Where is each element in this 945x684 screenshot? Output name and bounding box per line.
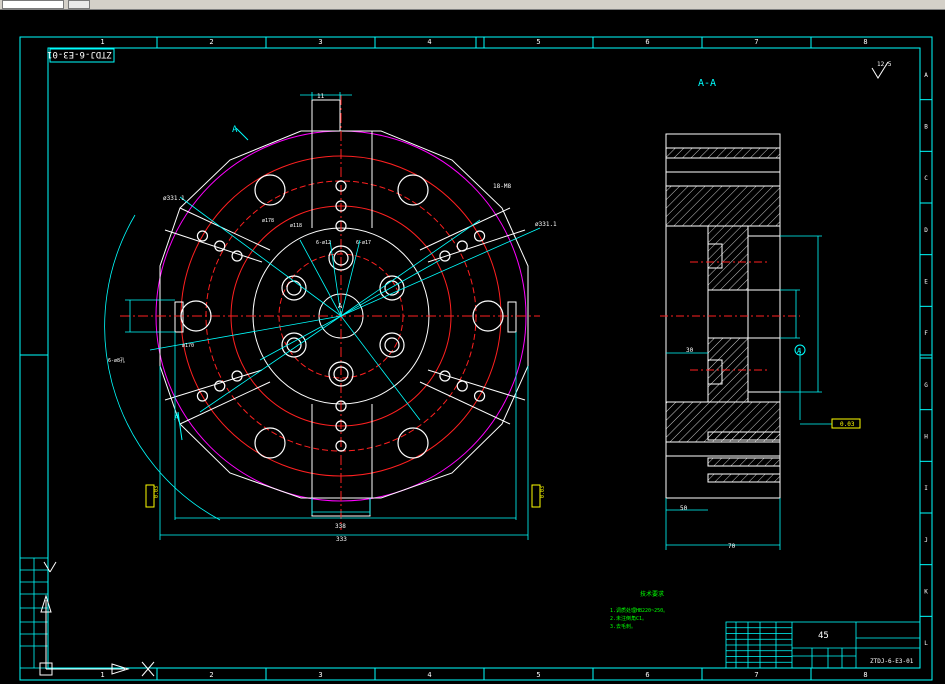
grid-row-label: J <box>924 537 928 544</box>
grid-row-label: D <box>924 227 928 234</box>
svg-text:6-ø8孔: 6-ø8孔 <box>108 357 125 364</box>
svg-text:0.03: 0.03 <box>540 486 546 498</box>
grid-col-label: 2 <box>209 671 213 679</box>
grid-col-label: 8 <box>863 671 867 679</box>
grid-row-label: E <box>924 279 928 286</box>
svg-text:ø170: ø170 <box>182 343 194 349</box>
svg-text:A: A <box>232 125 238 135</box>
revision-table <box>19 557 49 669</box>
grid-col-label: 3 <box>318 38 322 46</box>
section-label: A-A <box>698 78 716 89</box>
technical-notes: 技术要求 1.调质处理HB220~250。 2.未注倒角C1。 3.去毛刺。 <box>610 590 668 630</box>
grid-row-label: I <box>924 485 928 492</box>
grid-column-labels: 1122334455667788 <box>100 37 868 680</box>
grid-col-label: 5 <box>536 671 540 679</box>
svg-text:12.5: 12.5 <box>877 61 892 68</box>
svg-text:338: 338 <box>335 523 346 530</box>
grid-col-label: 8 <box>863 38 867 46</box>
svg-text:1.调质处理HB220~250。: 1.调质处理HB220~250。 <box>610 607 668 614</box>
grid-col-label: 7 <box>754 38 758 46</box>
svg-text:3.去毛刺。: 3.去毛刺。 <box>610 623 636 630</box>
material-label: 45 <box>818 631 829 641</box>
svg-text:A: A <box>338 302 343 310</box>
drawing-number-flipped: ZTDJ-6-E3-01 <box>47 49 112 59</box>
svg-text:0.03: 0.03 <box>840 421 855 428</box>
ucs-icon <box>39 561 155 677</box>
small-hole <box>231 250 243 262</box>
svg-text:30: 30 <box>686 347 694 354</box>
front-view: A A 11 ø331.1 ø331.1 18-M8 ø178 ø118 6-ø… <box>104 92 557 543</box>
small-hole <box>456 380 468 392</box>
small-hole <box>231 370 243 382</box>
grid-col-label: 7 <box>754 671 758 679</box>
svg-text:50: 50 <box>680 505 688 512</box>
svg-text:技术要求: 技术要求 <box>640 590 664 598</box>
grid-row-label: F <box>924 330 928 337</box>
grid-row-labels: A B C D E F G H I J K L <box>920 72 932 647</box>
grid-row-label: L <box>924 640 928 647</box>
svg-text:A: A <box>797 347 802 355</box>
svg-text:6-ø12: 6-ø12 <box>316 240 331 246</box>
svg-text:18-M8: 18-M8 <box>493 183 511 190</box>
svg-text:ø331.1: ø331.1 <box>163 195 185 202</box>
roughness-symbol: 12.5 <box>871 61 892 79</box>
drawing-number-box: ZTDJ-6-E3-01 <box>47 48 115 63</box>
svg-text:333: 333 <box>336 536 347 543</box>
grid-row-label: C <box>924 175 928 182</box>
grid-col-label: 1 <box>100 671 104 679</box>
grid-col-label: 2 <box>209 38 213 46</box>
grid-col-label: 1 <box>100 38 104 46</box>
svg-text:6-ø17: 6-ø17 <box>356 240 371 246</box>
grid-col-label: 6 <box>645 38 649 46</box>
svg-text:ø331.1: ø331.1 <box>535 221 557 228</box>
small-hole <box>214 240 226 252</box>
grid-col-label: 6 <box>645 671 649 679</box>
svg-text:70: 70 <box>728 543 736 550</box>
drawing-frame <box>19 36 933 681</box>
svg-text:A: A <box>174 413 180 423</box>
layer-dropdown[interactable] <box>2 0 64 9</box>
svg-text:ø178: ø178 <box>262 218 274 224</box>
svg-text:11: 11 <box>317 93 325 100</box>
section-view: A-A 70 30 50 A 0.03 <box>660 78 861 550</box>
svg-text:ø118: ø118 <box>290 223 302 229</box>
toolbar-button[interactable] <box>68 0 90 9</box>
grid-row-label: A <box>924 72 928 79</box>
grid-col-label: 4 <box>427 38 431 46</box>
small-hole <box>214 380 226 392</box>
small-hole <box>456 240 468 252</box>
grid-row-label: G <box>924 382 928 389</box>
drawing-canvas[interactable]: 1122334455667788 ABCDEFGHIJKL ZTDJ-6-E3-… <box>0 9 945 684</box>
title-drawing-number: ZTDJ-6-E3-01 <box>870 658 914 665</box>
grid-col-label: 4 <box>427 671 431 679</box>
grid-col-label: 5 <box>536 38 540 46</box>
grid-col-label: 3 <box>318 671 322 679</box>
svg-text:0.03: 0.03 <box>154 486 160 498</box>
grid-row-label: B <box>924 124 928 131</box>
grid-row-label: H <box>924 434 928 441</box>
svg-text:2.未注倒角C1。: 2.未注倒角C1。 <box>610 615 647 622</box>
grid-row-label: K <box>924 589 928 596</box>
